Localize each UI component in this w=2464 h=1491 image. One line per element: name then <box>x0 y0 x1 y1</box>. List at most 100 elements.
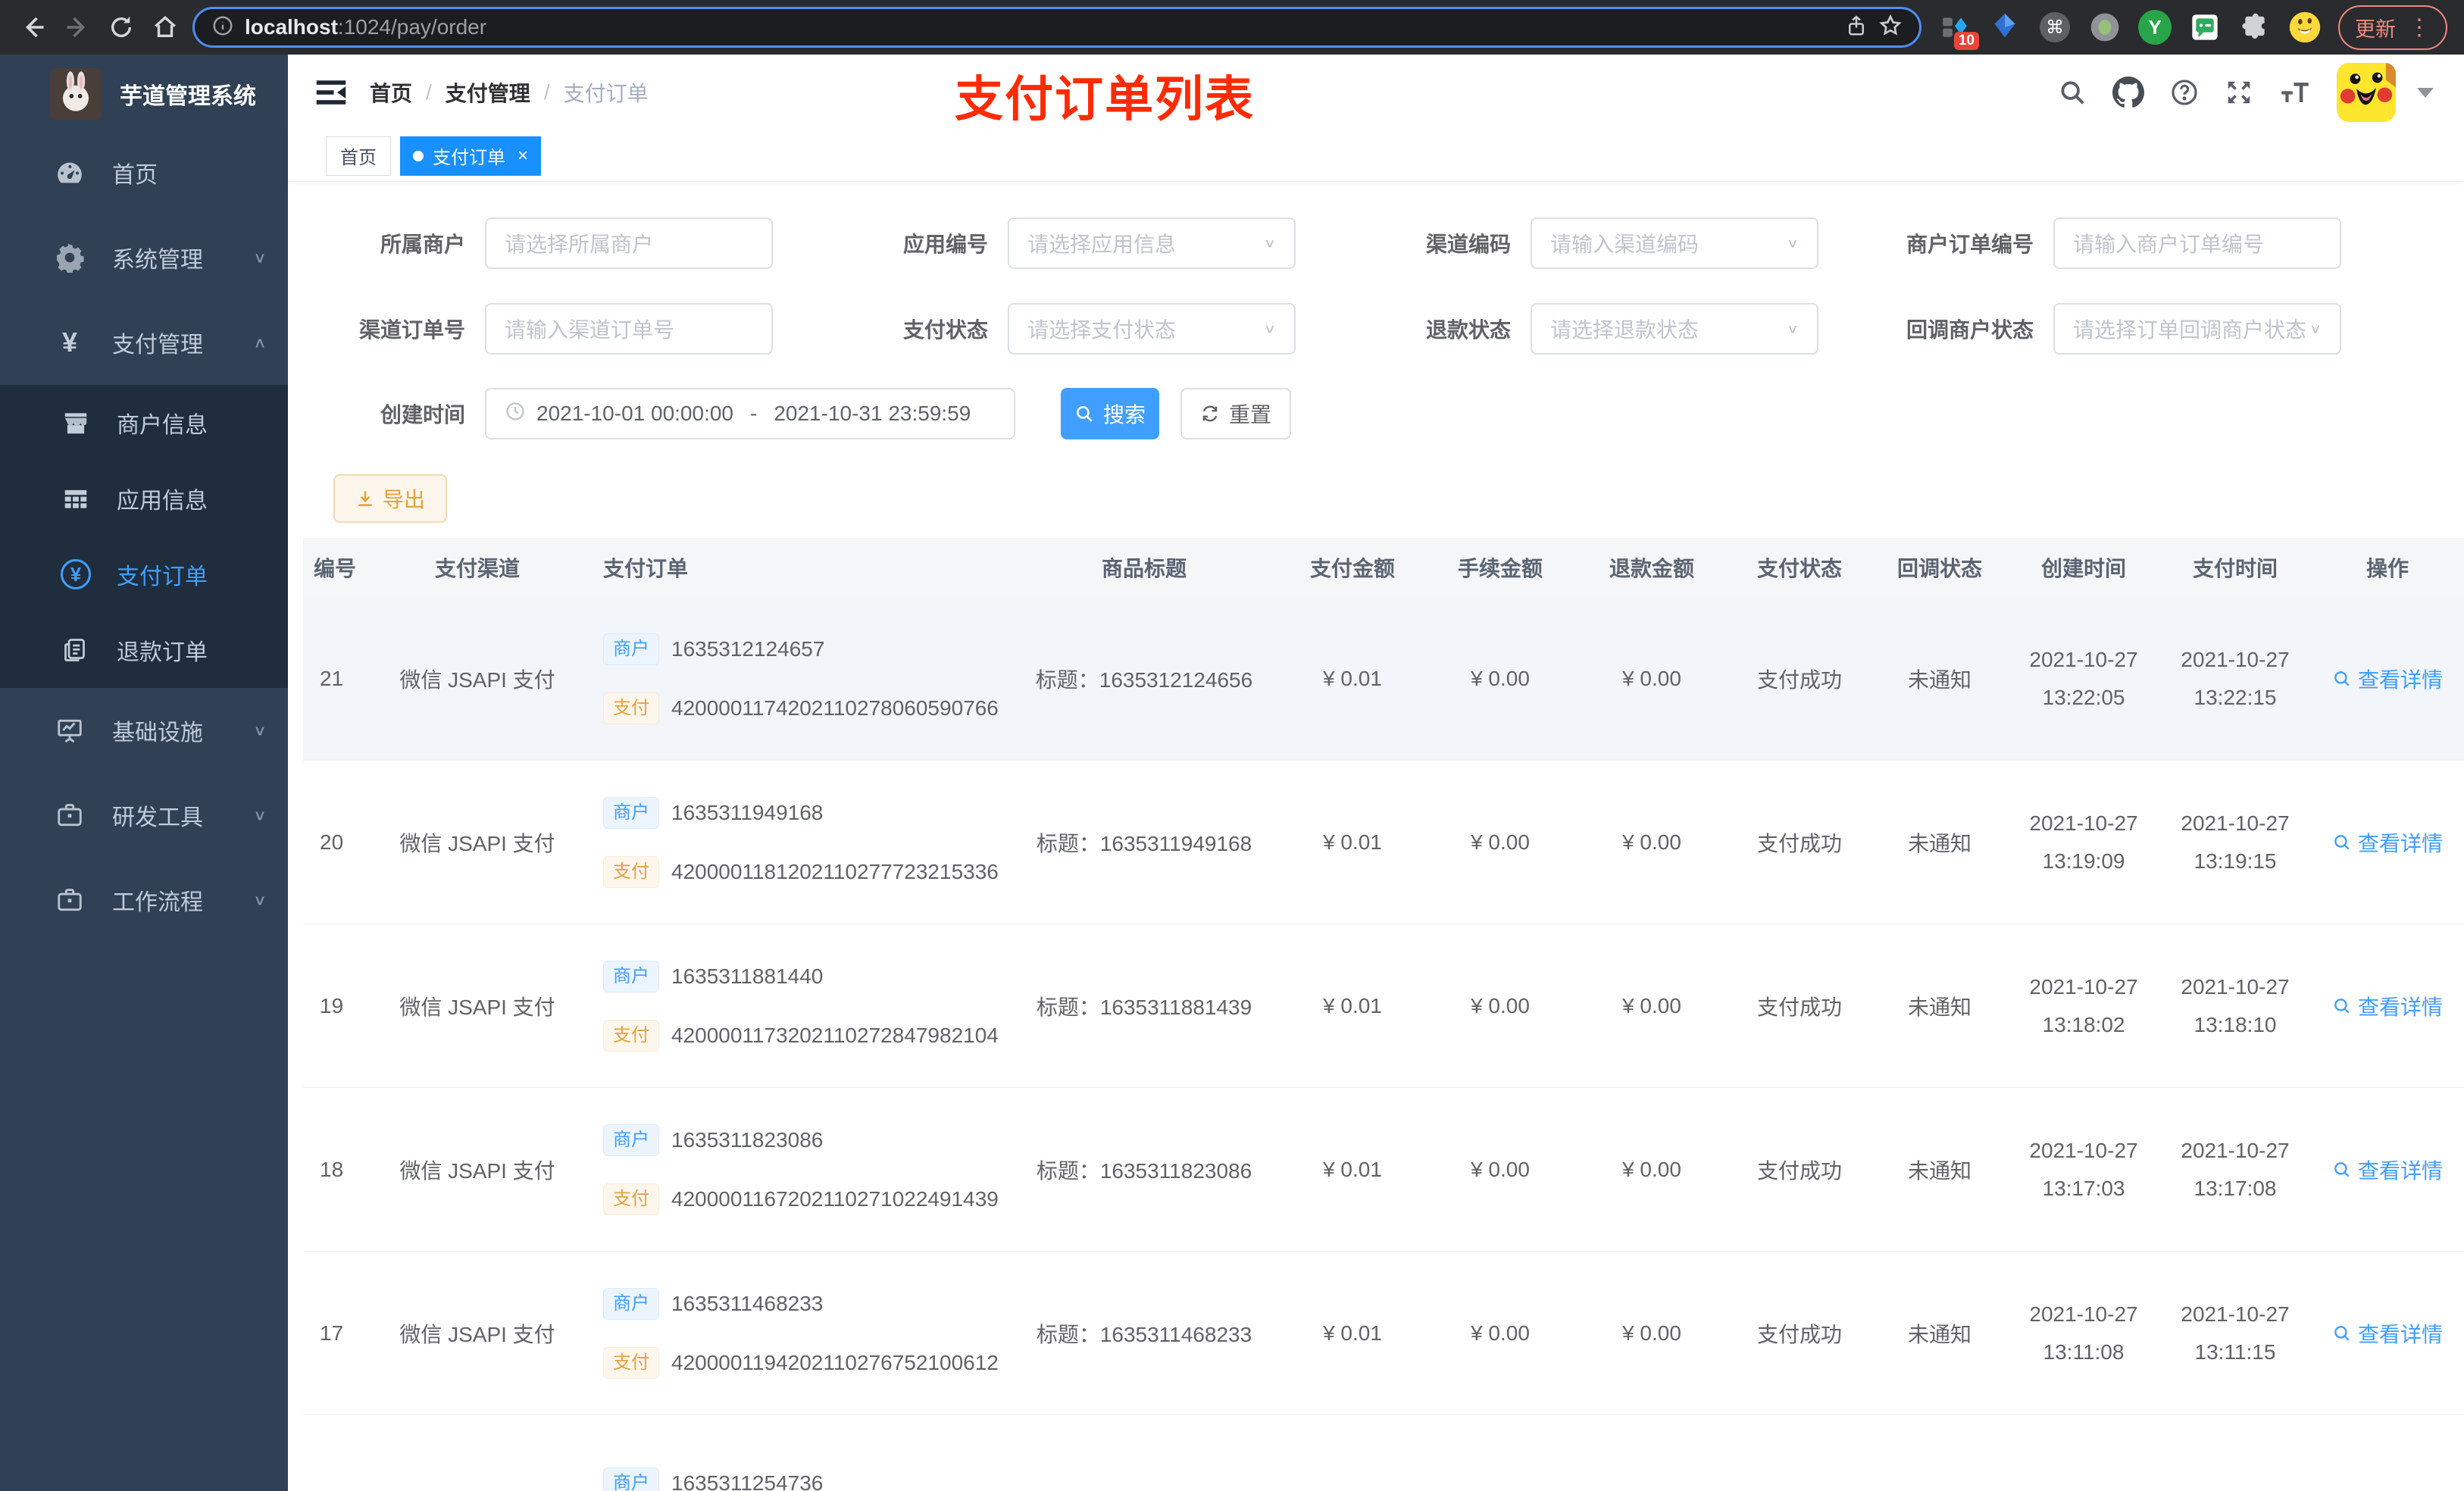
extensions-puzzle-icon[interactable] <box>2238 11 2272 44</box>
view-detail-link[interactable]: 查看详情 <box>2332 1155 2443 1185</box>
view-detail-link[interactable]: 查看详情 <box>2332 1318 2443 1349</box>
table-row: 17 微信 JSAPI 支付 商户 1635311468233 支付 4200001… <box>303 1252 2464 1415</box>
home-icon[interactable] <box>149 11 182 44</box>
table-row: 18 微信 JSAPI 支付 商户 1635311823086 支付 4200001… <box>303 1088 2464 1252</box>
tab-home[interactable]: 首页 <box>326 136 391 176</box>
col-refund: 退款金额 <box>1609 557 1694 580</box>
sidebar: 芋道管理系统 首页 系统管理 ∨ ¥ 支付管理 ∧ 商户信息 应用信息 ¥ 支付… <box>0 55 288 1491</box>
extension-icon-dot[interactable] <box>2088 11 2122 44</box>
orders-table: 编号 支付渠道 支付订单 商品标题 支付金额 手续金额 退款金额 支付状态 回调… <box>303 538 2464 1491</box>
field-label: 退款状态 <box>1425 318 1511 342</box>
filter-merchant-order-no: 商户订单编号 请输入商户订单编号 <box>1879 217 2341 269</box>
back-icon[interactable] <box>17 11 50 44</box>
collapse-sidebar-icon[interactable] <box>315 79 347 106</box>
view-detail-link[interactable]: 查看详情 <box>2332 827 2443 858</box>
pay-submenu: 商户信息 应用信息 ¥ 支付订单 退款订单 <box>0 385 288 688</box>
date-range-input[interactable]: 2021-10-01 00:00:00 - 2021-10-31 23:59:5… <box>485 388 1015 439</box>
sidebar-item-refund-order[interactable]: 退款订单 <box>0 612 288 688</box>
channel-code-select[interactable]: 请输入渠道编码 ∨ <box>1531 217 1818 269</box>
sidebar-item-app-info[interactable]: 应用信息 <box>0 461 288 536</box>
refund-status-select[interactable]: 请选择退款状态 ∨ <box>1531 303 1818 355</box>
extension-icon-y[interactable]: Y <box>2138 10 2172 45</box>
breadcrumb-group[interactable]: 支付管理 <box>446 77 530 108</box>
user-menu-caret-icon[interactable] <box>2417 87 2434 98</box>
col-actions: 操作 <box>2366 557 2409 580</box>
extension-icon-1[interactable]: 10 <box>1938 11 1979 50</box>
view-detail-link[interactable]: 查看详情 <box>2332 991 2443 1021</box>
app-header: 首页 / 支付管理 / 支付订单 支付订单列表 <box>288 55 2464 130</box>
extension-badge: 10 <box>1953 32 1979 50</box>
field-label: 渠道订单号 <box>358 318 465 342</box>
chevron-down-icon: ∨ <box>2309 321 2322 336</box>
header-actions <box>2058 63 2434 122</box>
chevron-down-icon: ∨ <box>253 892 267 908</box>
sidebar-item-pay[interactable]: ¥ 支付管理 ∧ <box>0 300 288 385</box>
sidebar-item-label: 退款订单 <box>117 640 208 665</box>
export-button[interactable]: 导出 <box>333 474 447 523</box>
app-logo-row[interactable]: 芋道管理系统 <box>0 55 288 130</box>
site-info-icon[interactable] <box>211 14 234 41</box>
extension-icon-chat[interactable] <box>2188 11 2222 44</box>
col-pay-time: 支付时间 <box>2192 557 2278 580</box>
address-bar[interactable]: localhost:1024/pay/order <box>192 7 1921 48</box>
help-icon[interactable] <box>2170 78 2199 107</box>
url-host: localhost <box>245 15 338 39</box>
reload-icon[interactable] <box>105 11 138 44</box>
sidebar-item-label: 首页 <box>112 163 158 188</box>
notify-status-select[interactable]: 请选择订单回调商户状态 ∨ <box>2053 303 2341 355</box>
merchant-tag: 商户 <box>603 960 659 992</box>
merchant-order-no-input[interactable]: 请输入商户订单编号 <box>2053 217 2341 269</box>
y-glyph: Y <box>2148 15 2162 39</box>
date-separator: - <box>750 402 758 425</box>
pay-order-cell: 商户 1635312124657 支付 4200001174202110278060… <box>583 597 1008 760</box>
date-end: 2021-10-31 23:59:59 <box>774 402 971 425</box>
forward-icon[interactable] <box>61 11 94 44</box>
sidebar-item-merchant-info[interactable]: 商户信息 <box>0 385 288 461</box>
col-notify-status: 回调状态 <box>1896 557 1982 580</box>
sidebar-item-label: 基础设施 <box>112 720 203 746</box>
presentation-chart-icon <box>53 716 86 745</box>
share-icon[interactable] <box>1845 14 1868 41</box>
sidebar-item-infra[interactable]: 基础设施 ∨ <box>0 688 288 773</box>
extension-icon-kite[interactable] <box>1988 11 2022 44</box>
breadcrumb-home[interactable]: 首页 <box>370 77 412 108</box>
col-pay-order: 支付订单 <box>603 557 689 580</box>
sidebar-item-devtools[interactable]: 研发工具 ∨ <box>0 773 288 858</box>
sidebar-item-label: 应用信息 <box>117 489 208 514</box>
search-icon[interactable] <box>2058 78 2087 107</box>
user-avatar[interactable] <box>2337 63 2396 122</box>
col-channel: 支付渠道 <box>434 557 520 580</box>
sidebar-item-workflow[interactable]: 工作流程 ∨ <box>0 858 288 942</box>
chevron-down-icon: ∨ <box>253 249 267 266</box>
tags-view-bar: 首页 支付订单 × <box>288 130 2464 182</box>
view-detail-link[interactable]: 查看详情 <box>2332 664 2443 694</box>
filter-refund-status: 退款状态 请选择退款状态 ∨ <box>1356 303 1818 355</box>
app-id-select[interactable]: 请选择应用信息 ∨ <box>1008 217 1296 269</box>
pay-status-select[interactable]: 请选择支付状态 ∨ <box>1008 303 1296 355</box>
merchant-input[interactable]: 请选择所属商户 <box>485 217 773 269</box>
tab-pay-order[interactable]: 支付订单 × <box>400 136 542 176</box>
sidebar-item-pay-order[interactable]: ¥ 支付订单 <box>0 536 288 612</box>
sidebar-item-home[interactable]: 首页 <box>0 130 288 215</box>
profile-emoji-icon[interactable] <box>2288 11 2322 44</box>
merchant-tag: 商户 <box>603 633 659 665</box>
tab-label: 支付订单 <box>433 148 505 168</box>
extension-icon-command[interactable]: ⌘ <box>2038 11 2072 44</box>
merchant-tag: 商户 <box>603 1124 659 1156</box>
fullscreen-icon[interactable] <box>2225 78 2253 107</box>
browser-menu-icon[interactable]: ⋮ <box>2408 14 2431 41</box>
tab-close-icon[interactable]: × <box>518 145 528 167</box>
github-icon[interactable] <box>2112 77 2144 108</box>
channel-order-no-input[interactable]: 请输入渠道订单号 <box>485 303 773 355</box>
chevron-down-icon: ∨ <box>1263 321 1276 336</box>
browser-update-button[interactable]: 更新 ⋮ <box>2338 5 2447 50</box>
sidebar-item-system[interactable]: 系统管理 ∨ <box>0 215 288 300</box>
table-row: 商户 1635311254736 <box>303 1415 2464 1491</box>
bookmark-star-icon[interactable] <box>1878 14 1903 42</box>
search-button[interactable]: 搜索 <box>1061 388 1159 439</box>
filter-create-time: 创建时间 2021-10-01 00:00:00 - 2021-10-31 23… <box>311 388 1015 439</box>
reset-button[interactable]: 重置 <box>1180 388 1291 439</box>
font-size-icon[interactable] <box>2279 78 2311 107</box>
chevron-down-icon: ∨ <box>1263 236 1276 250</box>
sidebar-item-label: 支付订单 <box>117 564 208 589</box>
